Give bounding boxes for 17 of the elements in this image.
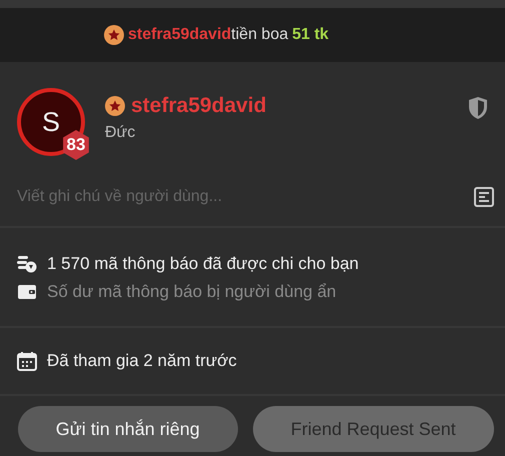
note-field[interactable]: Viết ghi chú về người dùng... — [17, 188, 417, 206]
coins-icon — [17, 255, 37, 273]
username[interactable]: stefra59david — [128, 26, 232, 44]
star-badge-icon — [105, 96, 125, 116]
user-subtitle: Đức — [105, 124, 136, 142]
stat-text: Số dư mã thông báo bị người dùng ẩn — [47, 282, 336, 302]
note-icon[interactable] — [473, 186, 495, 208]
star-badge-icon — [104, 25, 124, 45]
tip-text: tiền boa — [231, 26, 288, 44]
tip-amount: 51 tk — [292, 26, 329, 44]
wallet-icon — [17, 283, 37, 301]
stat-text: 1 570 mã thông báo đã được chi cho bạn — [47, 254, 359, 274]
message-button[interactable]: Gửi tin nhắn riêng — [18, 406, 238, 452]
shield-icon[interactable] — [467, 96, 489, 120]
calendar-icon — [17, 351, 37, 371]
username[interactable]: stefra59david — [131, 94, 266, 118]
joined-text: Đã tham gia 2 năm trước — [47, 351, 237, 371]
